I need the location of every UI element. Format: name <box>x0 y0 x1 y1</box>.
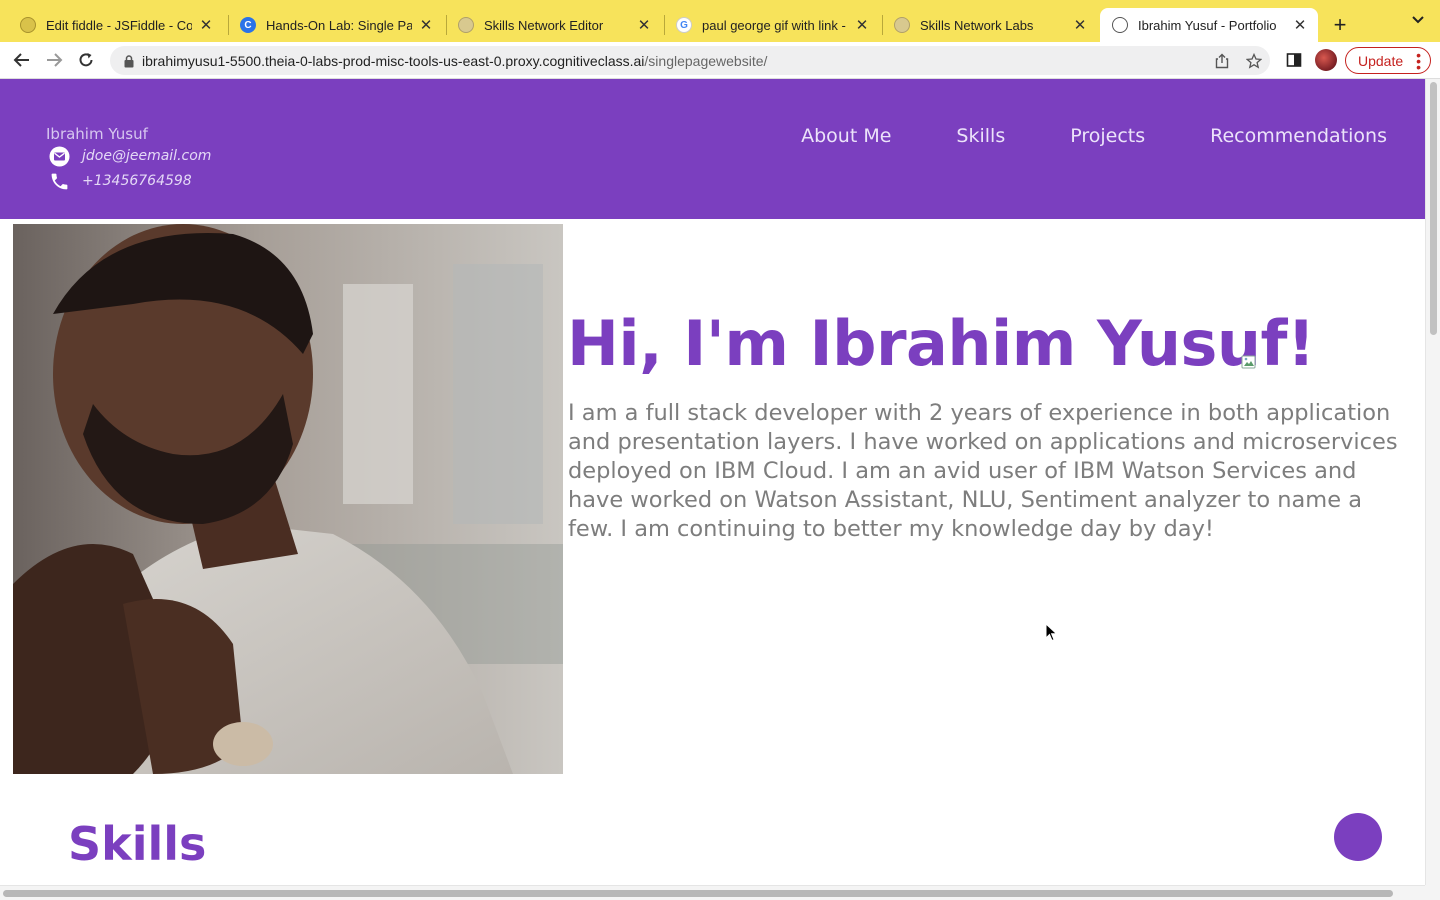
forward-button[interactable] <box>42 48 66 72</box>
reload-icon <box>79 53 93 67</box>
scrollbar-corner <box>1425 885 1440 900</box>
update-button[interactable]: Update • • • <box>1345 47 1431 74</box>
url-host: ibrahimyusu1-5500.theia-0-labs-prod-misc… <box>142 52 645 69</box>
skills-network-icon <box>894 17 910 33</box>
email-text: jdoe@jeemail.com <box>82 148 212 164</box>
nav-link-skills[interactable]: Skills <box>956 125 1005 147</box>
phone-contact[interactable]: +13456764598 <box>48 170 192 192</box>
horizontal-scroll-thumb[interactable] <box>3 890 1393 897</box>
lock-icon <box>124 54 134 67</box>
skills-heading: Skills <box>68 817 207 871</box>
tab-title: Skills Network Editor <box>484 17 604 33</box>
tab-title: Skills Network Labs <box>920 17 1034 33</box>
browser-tab[interactable]: G paul george gif with link - G ✕ <box>664 8 880 42</box>
coursera-icon: C <box>240 17 256 33</box>
floating-action-button[interactable] <box>1334 813 1382 861</box>
mouse-cursor-icon <box>1045 623 1058 642</box>
close-icon[interactable]: ✕ <box>418 16 434 34</box>
tab-title: Hands-On Lab: Single Page <box>266 17 412 33</box>
side-panel-icon[interactable] <box>1282 48 1306 72</box>
reload-button[interactable] <box>74 48 98 72</box>
nav-link-recommendations[interactable]: Recommendations <box>1210 125 1387 147</box>
google-icon: G <box>676 17 692 33</box>
browser-tab[interactable]: Skills Network Editor ✕ <box>446 8 662 42</box>
hero-title: Hi, I'm Ibrahim Yusuf! <box>567 307 1315 380</box>
jsfiddle-icon <box>20 17 36 33</box>
tab-title: Ibrahim Yusuf - Portfolio <box>1138 17 1277 33</box>
envelope-icon <box>48 145 70 167</box>
profile-avatar[interactable] <box>1314 48 1338 72</box>
new-tab-button[interactable]: + <box>1328 8 1352 42</box>
share-icon[interactable] <box>1212 46 1232 75</box>
phone-text: +13456764598 <box>82 173 192 189</box>
url-path: /singlepagewebsite/ <box>644 52 768 69</box>
tab-strip: Edit fiddle - JSFiddle - Cod ✕ C Hands-O… <box>0 0 1440 42</box>
vertical-scroll-thumb[interactable] <box>1430 82 1437 335</box>
vertical-scrollbar[interactable] <box>1425 79 1440 885</box>
close-icon[interactable]: ✕ <box>854 16 870 34</box>
broken-image-icon <box>1241 354 1257 370</box>
avatar <box>1315 49 1337 71</box>
phone-icon <box>48 170 70 192</box>
tab-title: Edit fiddle - JSFiddle - Cod <box>46 17 192 33</box>
nav-link-about-me[interactable]: About Me <box>801 125 891 147</box>
skills-network-icon <box>458 17 474 33</box>
site-header: Ibrahim Yusuf jdoe@jeemail.com +13456764… <box>0 79 1425 219</box>
browser-toolbar: ibrahimyusu1-5500.theia-0-labs-prod-misc… <box>0 42 1440 79</box>
browser-tab[interactable]: Edit fiddle - JSFiddle - Cod ✕ <box>8 8 224 42</box>
horizontal-scrollbar[interactable] <box>0 885 1425 900</box>
globe-icon <box>1112 17 1128 33</box>
browser-tab-active[interactable]: Ibrahim Yusuf - Portfolio ✕ <box>1100 8 1318 42</box>
arrow-right-icon <box>47 53 63 67</box>
close-icon[interactable]: ✕ <box>636 16 652 34</box>
browser-tab[interactable]: Skills Network Labs ✕ <box>882 8 1098 42</box>
tab-search-chevron-icon[interactable] <box>1408 12 1428 36</box>
about-me-text: I am a full stack developer with 2 years… <box>568 400 1398 542</box>
page-viewport: Ibrahim Yusuf jdoe@jeemail.com +13456764… <box>0 79 1425 885</box>
bookmark-star-icon[interactable] <box>1244 46 1264 75</box>
profile-photo <box>13 224 563 774</box>
close-icon[interactable]: ✕ <box>198 16 214 34</box>
nav-link-projects[interactable]: Projects <box>1070 125 1145 147</box>
site-owner-name: Ibrahim Yusuf <box>46 125 148 143</box>
close-icon[interactable]: ✕ <box>1072 16 1088 34</box>
browser-tab[interactable]: C Hands-On Lab: Single Page ✕ <box>228 8 444 42</box>
address-bar[interactable]: ibrahimyusu1-5500.theia-0-labs-prod-misc… <box>110 46 1270 75</box>
tab-title: paul george gif with link - G <box>702 17 848 33</box>
update-label: Update <box>1358 52 1404 69</box>
back-button[interactable] <box>10 48 34 72</box>
more-vertical-icon: • • • <box>1416 47 1421 75</box>
email-contact[interactable]: jdoe@jeemail.com <box>48 145 211 167</box>
close-icon[interactable]: ✕ <box>1292 16 1308 34</box>
site-nav: About Me Skills Projects Recommendations <box>736 125 1387 147</box>
arrow-left-icon <box>13 53 29 67</box>
